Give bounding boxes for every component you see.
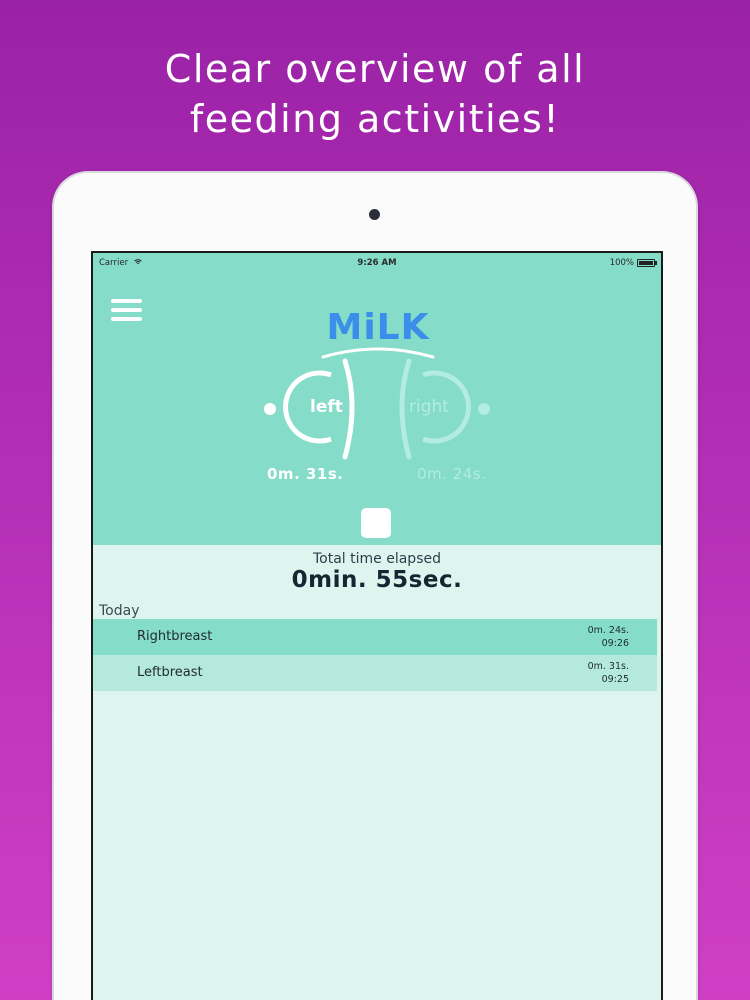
promo-headline-line-2: feeding activities! bbox=[189, 97, 561, 141]
status-battery: 100% bbox=[609, 258, 657, 268]
list-item[interactable]: Leftbreast 0m. 31s. 09:25 bbox=[93, 655, 657, 691]
right-breast-label: right bbox=[409, 397, 449, 417]
entry-time: 09:26 bbox=[601, 638, 629, 649]
entry-name: Rightbreast bbox=[137, 629, 213, 644]
left-breast-time: 0m. 31s. bbox=[267, 465, 344, 483]
entry-duration: 0m. 24s. bbox=[587, 625, 629, 636]
tablet-device: Carrier 9:26 AM 100% MiLK left 0m. 31s. … bbox=[54, 173, 696, 1000]
history-section-label: Today bbox=[99, 603, 140, 619]
logo-text: MiLK bbox=[326, 307, 430, 348]
left-breast-button[interactable]: left bbox=[261, 353, 361, 463]
promo-headline: Clear overview of all feeding activities… bbox=[0, 44, 750, 144]
entry-name: Leftbreast bbox=[137, 665, 203, 680]
status-time: 9:26 AM bbox=[357, 258, 397, 268]
list-item[interactable]: Rightbreast 0m. 24s. 09:26 bbox=[93, 619, 657, 655]
promo-headline-line-1: Clear overview of all bbox=[164, 47, 586, 91]
battery-percent: 100% bbox=[609, 258, 634, 268]
entry-duration: 0m. 31s. bbox=[587, 661, 629, 672]
left-breast-label: left bbox=[310, 397, 343, 417]
app-screen: Carrier 9:26 AM 100% MiLK left 0m. 31s. … bbox=[91, 251, 663, 1000]
total-time-label: Total time elapsed bbox=[313, 551, 441, 567]
camera-icon bbox=[369, 209, 380, 220]
entry-time: 09:25 bbox=[601, 674, 629, 685]
entry-meta: 0m. 31s. 09:25 bbox=[588, 660, 629, 686]
right-breast-button[interactable]: right bbox=[393, 353, 493, 463]
hamburger-menu-icon[interactable] bbox=[111, 299, 142, 323]
total-time-value: 0min. 55sec. bbox=[291, 567, 463, 593]
battery-icon bbox=[637, 259, 657, 267]
stop-button[interactable] bbox=[361, 508, 391, 538]
entry-meta: 0m. 24s. 09:26 bbox=[588, 624, 629, 650]
app-header: MiLK left 0m. 31s. right 0m. 24s. bbox=[93, 271, 661, 545]
feeding-history-list: Rightbreast 0m. 24s. 09:26 Leftbreast 0m… bbox=[93, 619, 657, 691]
status-bar: Carrier 9:26 AM 100% bbox=[93, 253, 661, 271]
right-breast-time: 0m. 24s. bbox=[417, 465, 487, 483]
total-time-summary: Total time elapsed 0min. 55sec. bbox=[93, 545, 661, 595]
